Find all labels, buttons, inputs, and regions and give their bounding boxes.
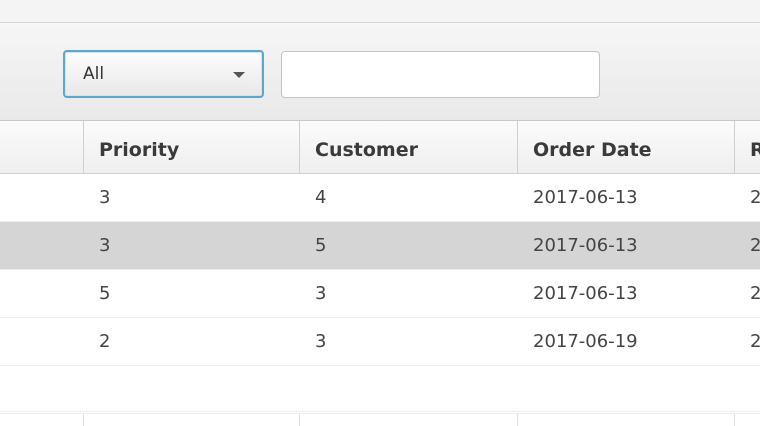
- filter-toolbar: All: [0, 22, 760, 121]
- row-divider: [0, 411, 760, 412]
- table-header: Priority Customer Order Date R: [0, 121, 760, 174]
- top-strip: [0, 0, 760, 22]
- filter-dropdown[interactable]: All: [63, 50, 264, 98]
- cell-order-date: 2017-06-13: [533, 283, 638, 304]
- table-row[interactable]: 5 3 2017-06-13 2: [0, 270, 760, 318]
- column-header-order-date[interactable]: Order Date: [533, 121, 728, 173]
- table-row[interactable]: 2 3 2017-06-19 2: [0, 318, 760, 366]
- cell-truncated: 2: [750, 331, 760, 352]
- cell-customer: 3: [315, 331, 327, 352]
- column-header-truncated[interactable]: R: [750, 121, 760, 173]
- search-input[interactable]: [281, 51, 600, 98]
- orders-table: Priority Customer Order Date R 3 4 2017-…: [0, 121, 760, 426]
- column-header-priority[interactable]: Priority: [99, 121, 294, 173]
- app-window: All Priority Customer Order Date R 3 4 2…: [0, 0, 760, 426]
- empty-table-row: [0, 366, 760, 414]
- cell-customer: 3: [315, 283, 327, 304]
- table-row-selected[interactable]: 3 5 2017-06-13 2: [0, 222, 760, 270]
- cell-order-date: 2017-06-13: [533, 235, 638, 256]
- cell-truncated: 2: [750, 187, 760, 208]
- header-divider[interactable]: [517, 121, 518, 174]
- cell-truncated: 2: [750, 283, 760, 304]
- cell-priority: 5: [99, 283, 111, 304]
- header-divider[interactable]: [299, 121, 300, 174]
- column-header-customer[interactable]: Customer: [315, 121, 510, 173]
- cell-truncated: 2: [750, 235, 760, 256]
- table-row[interactable]: 3 4 2017-06-13 2: [0, 174, 760, 222]
- cell-customer: 5: [315, 235, 327, 256]
- header-divider[interactable]: [734, 121, 735, 174]
- cell-priority: 3: [99, 187, 111, 208]
- cell-order-date: 2017-06-13: [533, 187, 638, 208]
- cell-priority: 3: [99, 235, 111, 256]
- cell-customer: 4: [315, 187, 327, 208]
- cell-order-date: 2017-06-19: [533, 331, 638, 352]
- cell-priority: 2: [99, 331, 111, 352]
- header-divider[interactable]: [83, 121, 84, 174]
- chevron-down-icon[interactable]: [233, 72, 245, 78]
- filter-selected-value: All: [83, 64, 105, 84]
